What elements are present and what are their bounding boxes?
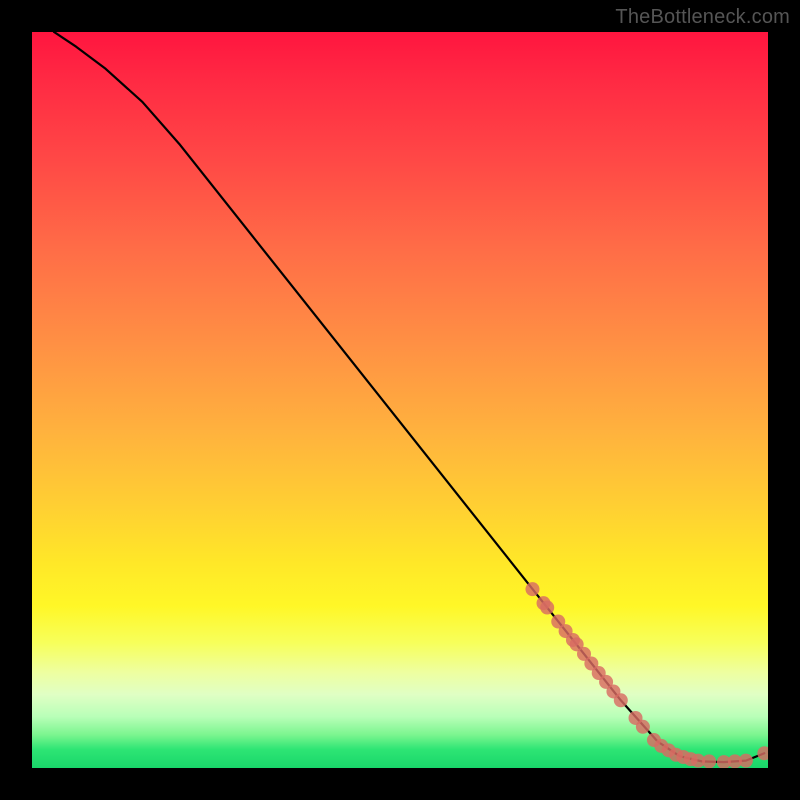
marker-point: [757, 746, 768, 760]
watermark: TheBottleneck.com: [615, 6, 790, 29]
plot-area: [32, 32, 768, 768]
marker-point: [739, 754, 753, 768]
chart-svg: [32, 32, 768, 768]
marker-point: [614, 693, 628, 707]
highlight-points: [525, 582, 768, 768]
marker-point: [540, 601, 554, 615]
marker-point: [525, 582, 539, 596]
marker-point: [636, 720, 650, 734]
bottleneck-curve: [54, 32, 764, 762]
chart-frame: TheBottleneck.com: [0, 0, 800, 800]
marker-point: [702, 754, 716, 768]
